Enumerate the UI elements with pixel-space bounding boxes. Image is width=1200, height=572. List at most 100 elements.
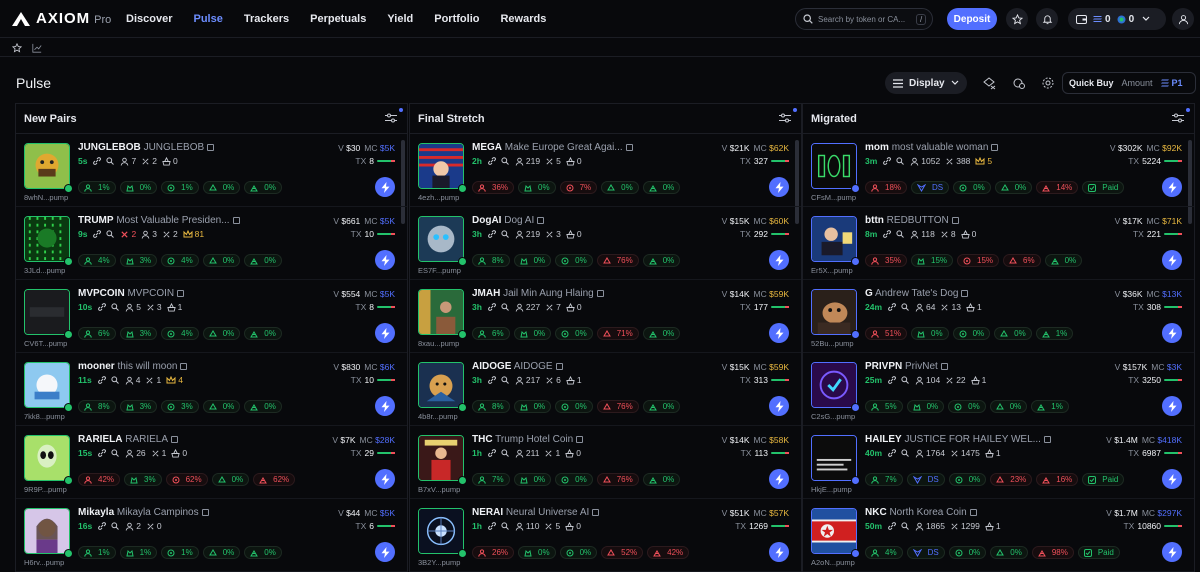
search-icon[interactable]	[111, 303, 120, 311]
token-avatar[interactable]	[24, 289, 70, 335]
token-address[interactable]: CFsM...pump	[811, 193, 865, 202]
socials[interactable]	[98, 303, 120, 311]
token-address[interactable]: 3JLd...pump	[24, 266, 78, 275]
token-symbol[interactable]: HAILEY	[865, 434, 902, 445]
token-symbol[interactable]: MVPCOIN	[78, 288, 125, 299]
token-symbol[interactable]: JUNGLEBOB	[78, 142, 141, 153]
link-icon[interactable]	[488, 230, 496, 238]
socials[interactable]	[488, 449, 510, 457]
token-avatar[interactable]	[418, 362, 464, 408]
token-name[interactable]: Make Europe Great Agai...	[505, 142, 623, 153]
copy-icon[interactable]	[961, 290, 969, 297]
search-icon[interactable]	[501, 376, 509, 384]
link-icon[interactable]	[97, 376, 106, 384]
socials[interactable]	[883, 230, 905, 238]
token-name[interactable]: JUNGLEBOB	[144, 142, 205, 153]
token-name[interactable]: RARIELA	[125, 434, 168, 445]
nav-portfolio[interactable]: Portfolio	[434, 13, 479, 25]
token-name[interactable]: REDBUTTON	[887, 215, 949, 226]
copy-icon[interactable]	[207, 144, 215, 151]
token-row[interactable]: H6rv...pump Mikayla Mikayla Campinos 16s 2 0…	[16, 499, 407, 572]
quick-buy-button[interactable]	[1162, 177, 1182, 197]
link-icon[interactable]	[98, 303, 107, 311]
token-symbol[interactable]: DogAI	[472, 215, 501, 226]
token-avatar[interactable]	[811, 435, 857, 481]
search-icon[interactable]	[901, 376, 909, 384]
token-row[interactable]: 3JLd...pump TRUMP Most Valuable Presiden.…	[16, 207, 407, 280]
search-icon[interactable]	[501, 157, 509, 165]
token-name[interactable]: MVPCOIN	[127, 288, 174, 299]
quick-buy-button[interactable]	[375, 469, 395, 489]
token-name[interactable]: Most Valuable Presiden...	[116, 215, 229, 226]
nav-rewards[interactable]: Rewards	[500, 13, 546, 25]
chart-icon[interactable]	[32, 43, 42, 53]
quick-buy-button[interactable]	[375, 323, 395, 343]
quick-buy-button[interactable]	[375, 396, 395, 416]
link-icon[interactable]	[888, 303, 896, 311]
deposit-button[interactable]: Deposit	[947, 8, 997, 30]
token-avatar[interactable]	[24, 216, 70, 262]
search-bar[interactable]: /	[795, 8, 933, 30]
token-address[interactable]: ES7F...pump	[418, 266, 472, 275]
link-icon[interactable]	[488, 522, 496, 530]
copy-icon[interactable]	[537, 217, 545, 224]
token-name[interactable]: JUSTICE FOR HAILEY WEL...	[904, 434, 1041, 445]
token-row[interactable]: 4ezh...pump MEGA Make Europe Great Agai..…	[410, 134, 801, 207]
copy-icon[interactable]	[940, 363, 948, 370]
token-symbol[interactable]: AIDOGE	[472, 361, 511, 372]
socials[interactable]	[888, 522, 910, 530]
quick-buy-button[interactable]	[375, 250, 395, 270]
socials[interactable]	[888, 376, 910, 384]
socials[interactable]	[888, 303, 910, 311]
token-address[interactable]: C2sG...pump	[811, 412, 865, 421]
nav-trackers[interactable]: Trackers	[244, 13, 289, 25]
token-avatar[interactable]	[811, 508, 857, 554]
nav-yield[interactable]: Yield	[387, 13, 413, 25]
nav-discover[interactable]: Discover	[126, 13, 172, 25]
quick-buy-button[interactable]	[769, 323, 789, 343]
search-icon[interactable]	[106, 230, 115, 238]
link-icon[interactable]	[93, 230, 102, 238]
token-address[interactable]: 4b8r...pump	[418, 412, 472, 421]
token-name[interactable]: Trump Hotel Coin	[495, 434, 573, 445]
token-symbol[interactable]: THC	[472, 434, 493, 445]
token-row[interactable]: 52Bu...pump G Andrew Tate's Dog 24m 64 13 1 51…	[803, 280, 1194, 353]
copy-icon[interactable]	[180, 363, 188, 370]
token-name[interactable]: Dog AI	[504, 215, 534, 226]
socials[interactable]	[93, 230, 115, 238]
token-avatar[interactable]	[811, 143, 857, 189]
copy-icon[interactable]	[201, 509, 209, 516]
token-address[interactable]: 7kk8...pump	[24, 412, 78, 421]
copy-icon[interactable]	[171, 436, 179, 443]
token-symbol[interactable]: bttn	[865, 215, 884, 226]
socials[interactable]	[883, 157, 905, 165]
socials[interactable]	[488, 522, 510, 530]
quick-buy-button[interactable]	[769, 396, 789, 416]
token-symbol[interactable]: RARIELA	[78, 434, 122, 445]
token-symbol[interactable]: G	[865, 288, 873, 299]
token-avatar[interactable]	[24, 435, 70, 481]
copy-icon[interactable]	[576, 436, 584, 443]
quick-buy-button[interactable]	[1162, 469, 1182, 489]
token-name[interactable]: Mikayla Campinos	[117, 507, 199, 518]
token-address[interactable]: H6rv...pump	[24, 558, 78, 567]
hide-icon[interactable]	[982, 76, 996, 90]
token-avatar[interactable]	[418, 216, 464, 262]
link-icon[interactable]	[883, 157, 892, 165]
token-symbol[interactable]: NKC	[865, 507, 887, 518]
preset-selector[interactable]: P1	[1160, 78, 1183, 88]
token-row[interactable]: B7xV...pump THC Trump Hotel Coin 1h 211 1 0 7%…	[410, 426, 801, 499]
copy-icon[interactable]	[951, 217, 959, 224]
filter-button[interactable]	[385, 113, 397, 126]
token-avatar[interactable]	[24, 143, 70, 189]
quick-buy-button[interactable]	[1162, 250, 1182, 270]
socials[interactable]	[93, 157, 115, 165]
socials[interactable]	[98, 522, 120, 530]
nav-pulse[interactable]: Pulse	[193, 13, 222, 25]
token-symbol[interactable]: Mikayla	[78, 507, 114, 518]
token-name[interactable]: most valuable woman	[892, 142, 989, 153]
search-input[interactable]	[818, 14, 914, 24]
quick-buy-button[interactable]	[769, 469, 789, 489]
quick-buy-button[interactable]	[1162, 396, 1182, 416]
token-name[interactable]: PrivNet	[905, 361, 938, 372]
